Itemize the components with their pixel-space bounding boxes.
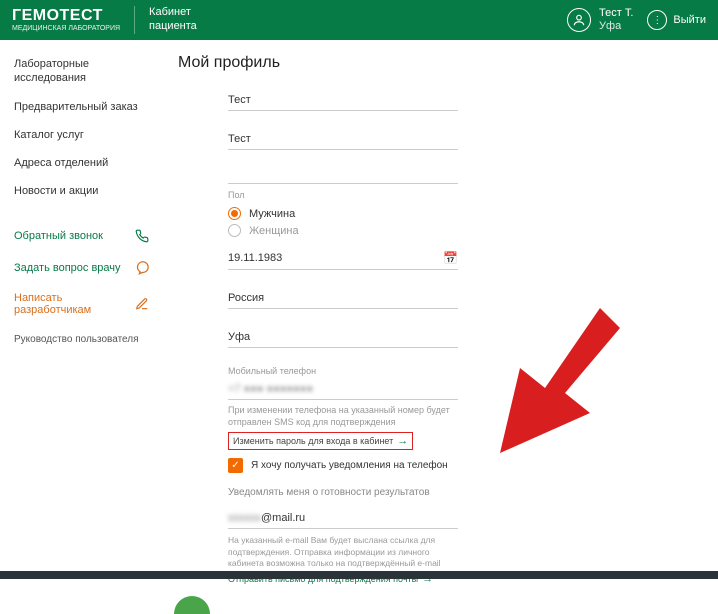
gender-male-radio[interactable]: Мужчина (228, 205, 458, 222)
email-hint: На указанный e-mail Вам будет выслана сс… (228, 535, 458, 569)
page-title: Мой профиль (178, 54, 700, 72)
write-devs-button[interactable]: Написать разработчикам (14, 284, 160, 324)
country-input[interactable]: Россия (228, 288, 458, 309)
phone-hint: При изменении телефона на указанный номе… (228, 404, 458, 428)
logo[interactable]: ГЕМОТЕСТ МЕДИЦИНСКАЯ ЛАБОРАТОРИЯ (12, 8, 120, 32)
notify-results-label: Уведомлять меня о готовности результатов (228, 481, 458, 508)
patronymic-input[interactable] (228, 168, 458, 184)
phone-label: Мобильный телефон (228, 366, 458, 376)
user-name: Тест Т. (599, 7, 633, 20)
main-content: Мой профиль Тест Тест Пол Мужчина Женщин… (160, 40, 718, 612)
annotation-arrow (490, 308, 620, 458)
edit-icon (135, 296, 150, 312)
ask-doctor-button[interactable]: Задать вопрос врачу (14, 252, 160, 284)
header-divider (134, 6, 135, 34)
phone-input[interactable]: +7 ●●● ●●●●●●● (228, 379, 458, 400)
sidebar-item-preorder[interactable]: Предварительный заказ (14, 93, 160, 121)
sidebar-item-addresses[interactable]: Адреса отделений (14, 149, 160, 177)
logo-text: ГЕМОТЕСТ (12, 8, 120, 24)
arrow-right-icon: → (397, 435, 408, 447)
chat-doctor-icon (134, 260, 150, 276)
user-city: Уфа (599, 20, 633, 33)
dob-input[interactable]: 19.11.1983 📅 (228, 247, 458, 270)
change-password-link[interactable]: Изменить пароль для входа в кабинет→ (228, 432, 413, 450)
checkbox-checked-icon: ✓ (228, 458, 243, 473)
city-input[interactable]: Уфа (228, 327, 458, 348)
firstname-input[interactable]: Тест (228, 90, 458, 111)
sidebar-item-news[interactable]: Новости и акции (14, 177, 160, 205)
callback-button[interactable]: Обратный звонок (14, 220, 160, 252)
sidebar-item-catalog[interactable]: Каталог услуг (14, 121, 160, 149)
sidebar-item-lab-tests[interactable]: Лабораторные исследования (14, 50, 160, 93)
cabinet-label: Кабинет пациента (149, 6, 197, 34)
gender-label: Пол (228, 190, 458, 200)
logo-subtitle: МЕДИЦИНСКАЯ ЛАБОРАТОРИЯ (12, 25, 120, 32)
app-header: ГЕМОТЕСТ МЕДИЦИНСКАЯ ЛАБОРАТОРИЯ Кабинет… (0, 0, 718, 40)
logout-icon: ⋮ (647, 10, 667, 30)
gender-radio-group: Мужчина Женщина (228, 203, 458, 247)
live-chat-button[interactable] (174, 596, 210, 614)
sidebar: Лабораторные исследования Предварительны… (0, 40, 160, 612)
user-manual-link[interactable]: Руководство пользователя (14, 324, 160, 345)
logout-button[interactable]: ⋮ Выйти (647, 10, 706, 30)
email-input[interactable]: xxxxxx@mail.ru (228, 508, 458, 529)
phone-icon (134, 228, 150, 244)
lastname-input[interactable]: Тест (228, 129, 458, 150)
footer-bar (0, 571, 718, 579)
gender-female-radio[interactable]: Женщина (228, 222, 458, 239)
notify-phone-checkbox[interactable]: ✓ Я хочу получать уведомления на телефон (228, 450, 458, 481)
user-menu[interactable]: Тест Т. Уфа (567, 7, 633, 33)
avatar-icon (567, 8, 591, 32)
calendar-icon: 📅 (443, 251, 458, 265)
